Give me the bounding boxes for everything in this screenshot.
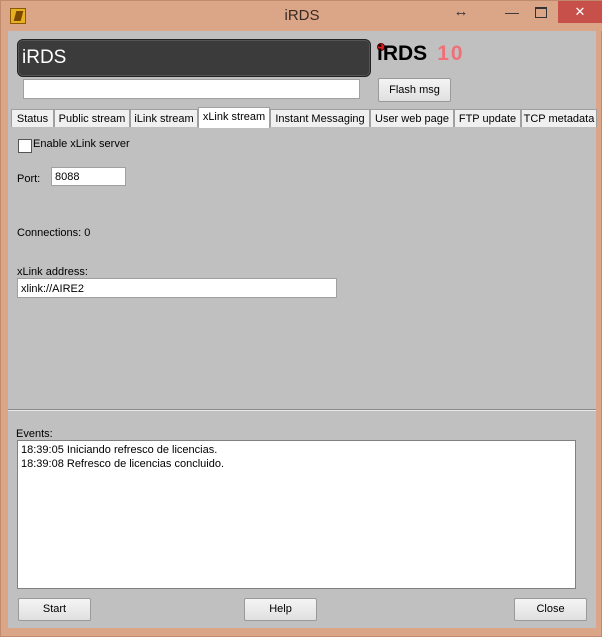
xlink-stream-panel: Enable xLink server Port: 8088 Connectio…	[9, 127, 595, 407]
logo-version: 10	[437, 42, 465, 65]
port-label: Port:	[17, 173, 41, 185]
events-log[interactable]: 18:39:05 Iniciando refresco de licencias…	[17, 440, 576, 589]
title-bar[interactable]: iRDS ↔ — ✕	[1, 1, 602, 31]
flash-msg-button[interactable]: Flash msg	[378, 78, 451, 102]
help-button[interactable]: Help	[244, 598, 317, 621]
tab-ilink-stream[interactable]: iLink stream	[130, 109, 198, 127]
app-window: iRDS ↔ — ✕ iRDS iRDS 10 Flash msg Status …	[0, 0, 602, 637]
station-name-display: iRDS	[17, 39, 371, 77]
maximize-button[interactable]	[527, 1, 555, 23]
events-label: Events:	[16, 428, 53, 440]
tab-public-stream[interactable]: Public stream	[54, 109, 130, 127]
flash-message-input[interactable]	[23, 79, 360, 99]
xlink-address-label: xLink address:	[17, 266, 88, 278]
tab-xlink-stream[interactable]: xLink stream	[198, 107, 270, 128]
start-button[interactable]: Start	[18, 598, 91, 621]
minimize-button[interactable]: —	[498, 1, 526, 23]
close-button[interactable]: Close	[514, 598, 587, 621]
port-input[interactable]: 8088	[51, 167, 126, 186]
station-name: iRDS	[22, 47, 67, 68]
tab-user-web-page[interactable]: User web page	[370, 109, 454, 127]
maximize-icon	[535, 7, 547, 18]
window-close-button[interactable]: ✕	[558, 1, 602, 23]
xlink-address-input[interactable]: xlink://AIRE2	[17, 278, 337, 298]
enable-xlink-label[interactable]: Enable xLink server	[33, 138, 130, 150]
irds-logo: iRDS 10	[377, 42, 465, 66]
divider	[8, 409, 596, 411]
logo-text: iRDS	[377, 42, 428, 65]
tab-instant-messaging[interactable]: Instant Messaging	[270, 109, 370, 127]
enable-xlink-checkbox[interactable]	[18, 139, 32, 153]
tab-ftp-update[interactable]: FTP update	[454, 109, 521, 127]
tab-bar: Status Public stream iLink stream xLink …	[11, 107, 597, 128]
event-line: 18:39:05 Iniciando refresco de licencias…	[21, 444, 218, 456]
tab-status[interactable]: Status	[11, 109, 54, 127]
connections-count: Connections: 0	[17, 227, 91, 239]
tab-tcp-metadata[interactable]: TCP metadata	[521, 109, 597, 127]
event-line: 18:39:08 Refresco de licencias concluido…	[21, 458, 225, 470]
resize-arrows-icon: ↔	[453, 3, 469, 20]
client-area: iRDS iRDS 10 Flash msg Status Public stre…	[8, 31, 597, 628]
